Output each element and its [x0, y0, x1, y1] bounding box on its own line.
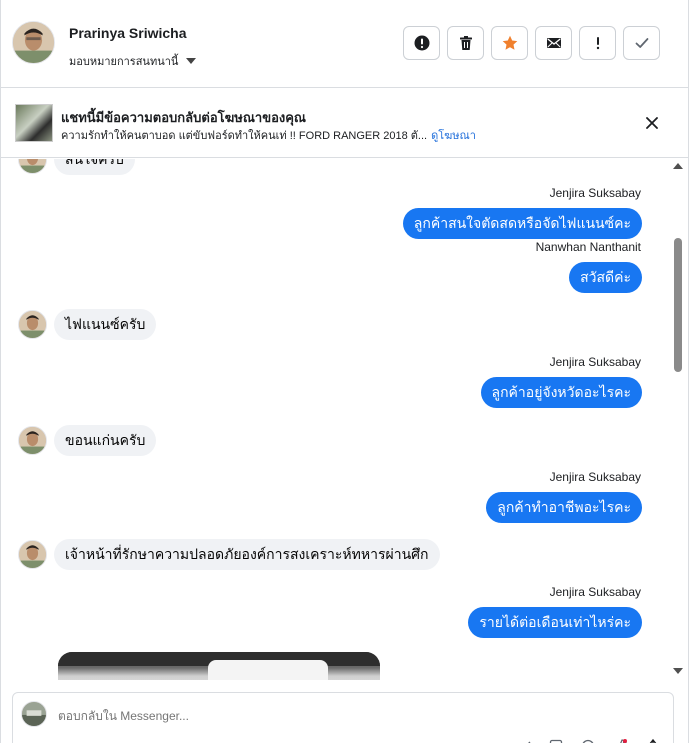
thumbs-up-icon [620, 739, 627, 743]
message-row-incoming: ขอนแก่นครับ [18, 425, 157, 456]
sender-avatar [18, 426, 47, 455]
paperclip-icon [528, 741, 531, 743]
sender-name: Jenjira Suksabay [549, 585, 641, 599]
emoji-icon [582, 739, 594, 743]
assign-conversation-dropdown[interactable]: มอบหมายการสนทนานี้ [69, 52, 197, 70]
delete-button[interactable] [447, 26, 484, 60]
attach-button[interactable] [519, 737, 535, 743]
assign-label: มอบหมายการสนทนานี้ [69, 56, 179, 68]
close-icon [646, 117, 658, 129]
contact-photo [13, 22, 54, 63]
incoming-message[interactable]: สนใจครับ [54, 159, 135, 175]
image-attachment[interactable] [58, 652, 380, 680]
incoming-message[interactable]: เจ้าหน้าที่รักษาความปลอดภัยองค์การสงเครา… [54, 539, 440, 570]
scroll-down-arrow-icon[interactable] [673, 668, 683, 674]
sender-name: Jenjira Suksabay [549, 470, 641, 484]
sender-name: Jenjira Suksabay [549, 186, 641, 200]
outgoing-message[interactable]: ลูกค้าสนใจตัดสดหรือจัดไฟแนนซ์คะ [402, 208, 642, 239]
message-row-incoming: เจ้าหน้าที่รักษาความปลอดภัยองค์การสงเครา… [18, 539, 440, 570]
sender-name: Jenjira Suksabay [549, 355, 641, 369]
envelope-icon [546, 38, 561, 48]
mark-unread-button[interactable] [535, 26, 572, 60]
mark-done-button[interactable] [623, 26, 660, 60]
image-upload-button[interactable] [548, 737, 564, 743]
mark-spam-button[interactable] [403, 26, 440, 60]
like-button[interactable] [613, 737, 629, 743]
trash-icon [459, 36, 472, 50]
check-icon [635, 38, 648, 48]
ad-banner-title: แชทนี้มีข้อความตอบกลับต่อโฆษณาของคุณ [61, 110, 306, 125]
sender-name: Nanwhan Nanthanit [535, 240, 641, 254]
contact-avatar[interactable] [12, 21, 55, 64]
view-ad-link[interactable]: ดูโฆษณา [431, 130, 476, 142]
header-actions [403, 26, 660, 60]
conversation-header: Prarinya Sriwicha มอบหมายการสนทนานี้ [1, 0, 688, 88]
scroll-up-arrow-icon[interactable] [673, 163, 683, 169]
incoming-message[interactable]: ไฟแนนซ์ครับ [54, 309, 157, 340]
outgoing-message[interactable]: รายได้ต่อเดือนเท่าไหร่คะ [468, 607, 642, 638]
emoji-button[interactable] [580, 737, 596, 743]
reply-input[interactable] [58, 709, 618, 723]
outgoing-message[interactable]: ลูกค้าทำอาชีพอะไรคะ [486, 492, 642, 523]
send-icon [649, 738, 657, 743]
conversation-panel: Prarinya Sriwicha มอบหมายการสนทนานี้ แชท… [0, 0, 689, 743]
image-highlight-region [208, 660, 328, 680]
ad-banner-subtitle: ความรักทำให้คนตาบอด แต่ขับฟอร์ดทำให้คนเท… [61, 126, 476, 144]
alert-circle-icon [414, 35, 429, 51]
close-banner-button[interactable] [641, 112, 663, 134]
message-thread[interactable]: สนใจครับ Jenjira Suksabay ลูกค้าสนใจตัดส… [1, 159, 669, 680]
exclamation-icon [596, 37, 599, 50]
star-button[interactable] [491, 26, 528, 60]
reply-composer [12, 692, 674, 743]
sender-avatar [18, 310, 47, 339]
star-icon [502, 35, 517, 50]
page-avatar [21, 701, 47, 727]
message-row-incoming: ไฟแนนซ์ครับ [18, 309, 157, 340]
sender-avatar [18, 159, 47, 174]
image-icon [549, 739, 563, 743]
contact-name[interactable]: Prarinya Sriwicha [69, 25, 187, 41]
send-button[interactable] [645, 737, 661, 743]
follow-up-button[interactable] [579, 26, 616, 60]
ad-reply-banner: แชทนี้มีข้อความตอบกลับต่อโฆษณาของคุณ ควา… [1, 89, 688, 158]
chevron-down-icon [186, 58, 197, 64]
incoming-message[interactable]: ขอนแก่นครับ [54, 425, 157, 456]
message-row-incoming: สนใจครับ [18, 159, 135, 175]
outgoing-message[interactable]: สวัสดีค่ะ [569, 262, 642, 293]
scrollbar-thumb[interactable] [674, 238, 682, 372]
outgoing-message[interactable]: ลูกค้าอยู่จังหวัดอะไรคะ [480, 377, 642, 408]
sender-avatar [18, 540, 47, 569]
ad-description: ความรักทำให้คนตาบอด แต่ขับฟอร์ดทำให้คนเท… [61, 130, 428, 142]
ad-thumbnail[interactable] [15, 104, 53, 142]
